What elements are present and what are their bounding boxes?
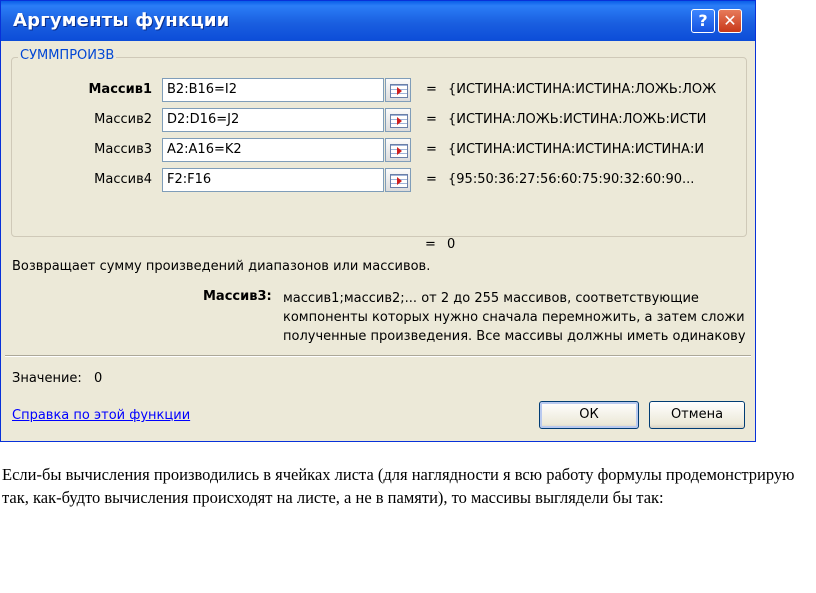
arrow-icon [397, 117, 402, 125]
range-select-button-1[interactable] [385, 78, 411, 102]
question-icon: ? [698, 11, 708, 30]
value-row: Значение: 0 [12, 371, 110, 386]
cancel-button[interactable]: Отмена [649, 401, 745, 429]
arrow-icon [397, 87, 402, 95]
range-select-button-2[interactable] [385, 108, 411, 132]
argument-row-4: Массив4 F2:F16 = {95:50:36:27:56:60:75:9… [12, 168, 746, 194]
dialog-title: Аргументы функции [13, 10, 230, 31]
argument-row-1: Массив1 B2:B16=I2 = {ИСТИНА:ИСТИНА:ИСТИН… [12, 78, 746, 104]
equals-sign: = [426, 172, 437, 187]
argument-input-2[interactable]: D2:D16=J2 [162, 108, 384, 132]
equals-sign: = [426, 142, 437, 157]
argument-input-4[interactable]: F2:F16 [162, 168, 384, 192]
ok-button[interactable]: ОК [539, 401, 639, 429]
close-button[interactable]: ✕ [718, 9, 742, 33]
help-link[interactable]: Справка по этой функции [12, 408, 190, 423]
formula-result-equals: = [425, 237, 436, 252]
function-arguments-dialog: Аргументы функции ? ✕ СУММПРОИЗВ Массив1… [0, 0, 756, 442]
close-icon: ✕ [723, 11, 737, 30]
argument-result: {95:50:36:27:56:60:75:90:32:60:90... [448, 172, 695, 187]
arrow-icon [397, 177, 402, 185]
formula-result: 0 [447, 237, 456, 252]
range-select-button-3[interactable] [385, 138, 411, 162]
argument-description-name: Массив3: [203, 289, 272, 304]
argument-label: Массив1 [88, 82, 152, 97]
value-output: 0 [93, 371, 103, 386]
caption-text: Если-бы вычисления производились в ячейк… [2, 465, 795, 507]
argument-result: {ИСТИНА:ЛОЖЬ:ИСТИНА:ЛОЖЬ:ИСТИ [448, 112, 707, 127]
argument-row-2: Массив2 D2:D16=J2 = {ИСТИНА:ЛОЖЬ:ИСТИНА:… [12, 108, 746, 134]
argument-result: {ИСТИНА:ИСТИНА:ИСТИНА:ИСТИНА:И [448, 142, 705, 157]
argument-label: Массив2 [94, 112, 152, 127]
value-label: Значение: [12, 371, 82, 386]
function-group: СУММПРОИЗВ Массив1 B2:B16=I2 = {ИСТИНА:И… [11, 48, 747, 237]
equals-sign: = [426, 82, 437, 97]
arrow-icon [397, 147, 402, 155]
help-button[interactable]: ? [691, 9, 715, 33]
equals-sign: = [426, 112, 437, 127]
argument-description-line: компоненты которых нужно сначала перемно… [283, 310, 745, 325]
argument-result: {ИСТИНА:ИСТИНА:ИСТИНА:ЛОЖЬ:ЛОЖ [448, 82, 717, 97]
argument-description-line: полученные произведения. Все массивы дол… [283, 329, 745, 344]
argument-description-line: массив1;массив2;... от 2 до 255 массивов… [283, 291, 699, 306]
title-bar[interactable]: Аргументы функции ? ✕ [1, 1, 755, 41]
function-name: СУММПРОИЗВ [18, 48, 117, 63]
argument-description: массив1;массив2;... от 2 до 255 массивов… [283, 289, 745, 346]
dialog-body: СУММПРОИЗВ Массив1 B2:B16=I2 = {ИСТИНА:И… [5, 41, 751, 439]
function-description: Возвращает сумму произведений диапазонов… [12, 259, 431, 274]
argument-input-3[interactable]: A2:A16=K2 [162, 138, 384, 162]
argument-row-3: Массив3 A2:A16=K2 = {ИСТИНА:ИСТИНА:ИСТИН… [12, 138, 746, 164]
argument-input-1[interactable]: B2:B16=I2 [162, 78, 384, 102]
argument-label: Массив4 [94, 172, 152, 187]
divider [5, 355, 751, 357]
argument-label: Массив3 [94, 142, 152, 157]
range-select-button-4[interactable] [385, 168, 411, 192]
